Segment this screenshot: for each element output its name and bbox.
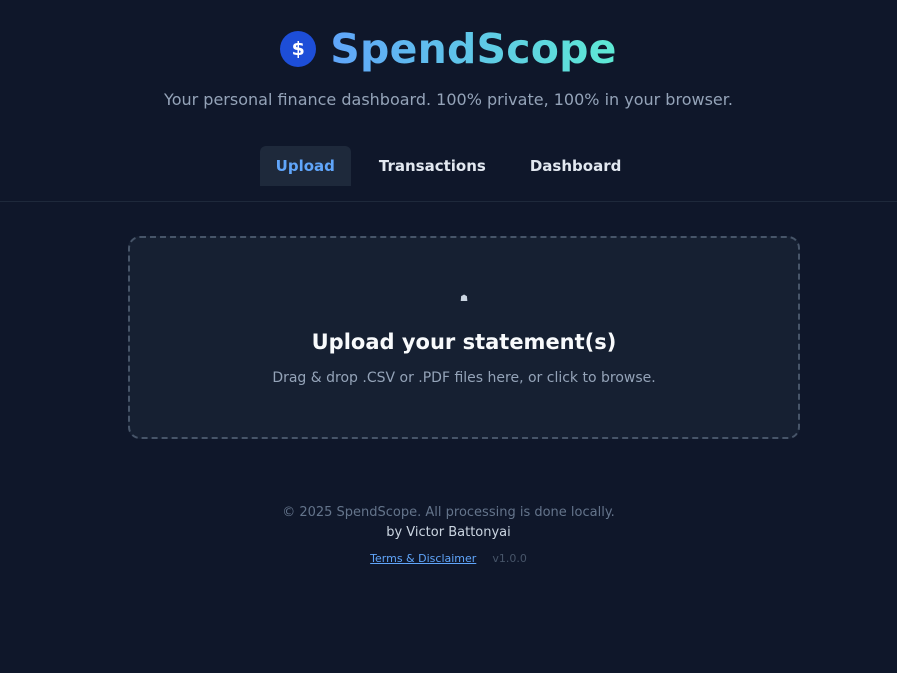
upload-title: Upload your statement(s)	[311, 330, 617, 354]
tab-dashboard[interactable]: Dashboard	[514, 146, 637, 186]
footer-links: Terms & Disclaimer v1.0.0	[0, 552, 897, 565]
upload-subtitle: Drag & drop .CSV or .PDF files here, or …	[272, 370, 656, 386]
upload-dropzone[interactable]: ☗ Upload your statement(s) Drag & drop .…	[128, 236, 800, 439]
footer-copyright: © 2025 SpendScope. All processing is don…	[282, 505, 615, 520]
tagline: Your personal finance dashboard. 100% pr…	[164, 90, 733, 109]
app-header: $ SpendScope Your personal finance dashb…	[0, 0, 897, 202]
tab-bar: Upload Transactions Dashboard	[0, 146, 897, 186]
footer-author: by Victor Battonyai	[386, 525, 511, 540]
app-title: SpendScope	[330, 25, 617, 73]
tab-upload[interactable]: Upload	[259, 146, 351, 186]
terms-disclaimer-link[interactable]: Terms & Disclaimer	[370, 552, 476, 565]
dollar-logo-icon: $	[280, 31, 317, 67]
brand: $ SpendScope	[0, 24, 897, 74]
version-label: v1.0.0	[492, 552, 527, 565]
upload-icon: ☗	[459, 294, 469, 304]
tab-transactions[interactable]: Transactions	[363, 146, 502, 186]
